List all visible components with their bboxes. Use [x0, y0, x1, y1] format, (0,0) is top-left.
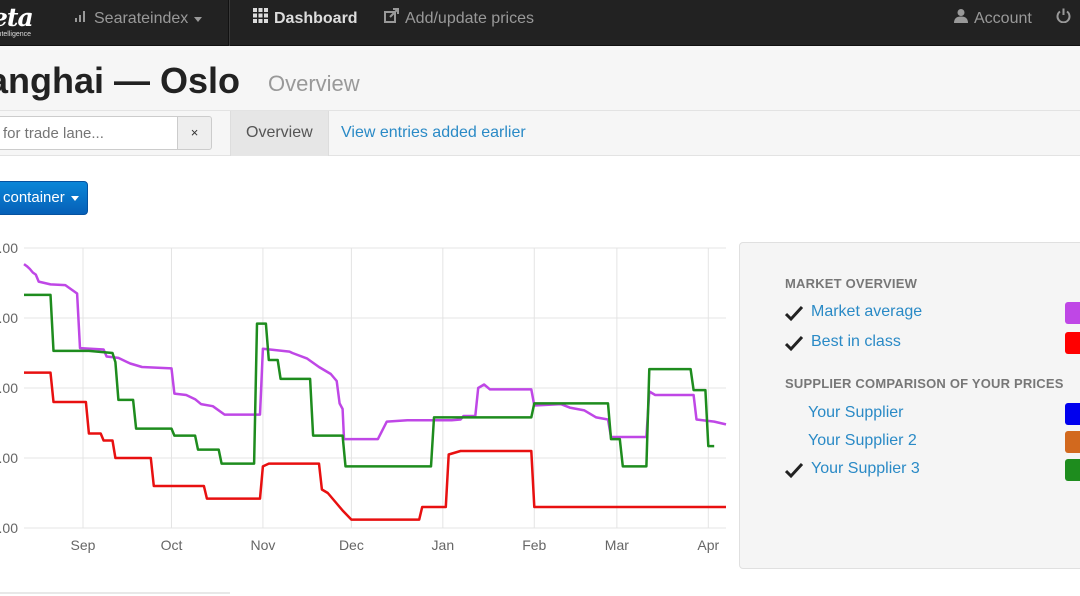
- nav-add-update-prices[interactable]: Add/update prices: [384, 0, 534, 46]
- nav-add-prices-label: Add/update prices: [405, 10, 534, 28]
- legend-item-your-supplier-3[interactable]: Your Supplier 3: [784, 458, 1080, 482]
- checkmark-icon: [784, 461, 804, 479]
- y-tick-label: .00: [0, 380, 18, 396]
- x-tick-label: Feb: [522, 537, 546, 553]
- y-tick-label: .00: [0, 450, 18, 466]
- legend-label: Market average: [811, 303, 923, 320]
- legend-label: Your Supplier: [808, 404, 904, 421]
- signal-bars-icon: [74, 0, 88, 38]
- brand-logo-text: eta: [0, 3, 34, 32]
- clear-search-button[interactable]: ×: [177, 116, 212, 150]
- market-overview-heading: MARKET OVERVIEW: [785, 276, 918, 291]
- power-icon: [1056, 0, 1071, 38]
- x-tick-label: Jan: [432, 537, 455, 553]
- logout-button[interactable]: [1056, 0, 1077, 46]
- x-tick-label: Sep: [71, 537, 96, 553]
- container-type-dropdown[interactable]: container: [0, 181, 88, 215]
- nav-dashboard-label: Dashboard: [274, 10, 358, 28]
- trade-lane-search-input[interactable]: [0, 116, 178, 150]
- filter-tab-bar: × Overview View entries added earlier: [0, 110, 1080, 156]
- legend-item-your-supplier[interactable]: Your Supplier: [785, 402, 1080, 426]
- supplier-comparison-heading: SUPPLIER COMPARISON OF YOUR PRICES: [785, 376, 1064, 391]
- page-title: anghai — Oslo: [0, 60, 241, 101]
- tab-overview[interactable]: Overview: [230, 111, 329, 156]
- top-navbar: eta intelligence Searateindex Dashboard …: [0, 0, 1080, 46]
- chevron-down-icon: [70, 195, 79, 201]
- grid-icon: [253, 0, 268, 38]
- legend-swatch: [1065, 302, 1080, 324]
- legend-swatch: [1065, 431, 1080, 453]
- x-tick-label: Mar: [605, 537, 629, 553]
- x-tick-label: Dec: [339, 537, 364, 553]
- x-tick-label: Nov: [250, 537, 275, 553]
- checkmark-icon: [784, 334, 804, 352]
- nav-account-label: Account: [974, 10, 1032, 28]
- divider: [0, 592, 230, 594]
- series-line-market-average: [23, 263, 727, 441]
- x-tick-label: Apr: [697, 537, 719, 553]
- nav-account[interactable]: Account: [954, 0, 1032, 46]
- price-history-chart: .00 .00 .00 .00 .00 Sep Oct Nov Dec Jan Feb Mar Apr: [0, 240, 727, 553]
- searateindex-label: Searateindex: [94, 10, 189, 28]
- tab-view-earlier-entries[interactable]: View entries added earlier: [326, 111, 541, 156]
- y-tick-label: .00: [0, 310, 18, 326]
- share-edit-icon: [384, 0, 399, 38]
- y-tick-label: .00: [0, 520, 18, 536]
- x-tick-label: Oct: [161, 537, 183, 553]
- legend-item-market-average[interactable]: Market average: [784, 301, 1080, 325]
- user-icon: [954, 0, 968, 38]
- legend-swatch: [1065, 403, 1080, 425]
- page-subtitle: Overview: [268, 71, 360, 96]
- legend-item-your-supplier-2[interactable]: Your Supplier 2: [785, 430, 1080, 454]
- legend-swatch: [1065, 332, 1080, 354]
- legend-panel: MARKET OVERVIEW Market average Best in c…: [739, 242, 1080, 569]
- chevron-down-icon: [194, 16, 203, 22]
- container-dropdown-label: container: [3, 189, 65, 206]
- legend-label: Your Supplier 3: [811, 460, 920, 477]
- page-header: anghai — Oslo Overview: [0, 46, 1080, 110]
- brand-logo[interactable]: eta intelligence: [0, 3, 40, 41]
- brand-logo-subtext: intelligence: [0, 31, 32, 38]
- nav-dashboard[interactable]: Dashboard: [253, 0, 358, 46]
- legend-swatch: [1065, 459, 1080, 481]
- legend-label: Your Supplier 2: [808, 432, 917, 449]
- legend-label: Best in class: [811, 333, 901, 350]
- checkmark-icon: [784, 304, 804, 322]
- nav-divider: [228, 0, 229, 46]
- searateindex-menu[interactable]: Searateindex: [74, 0, 203, 46]
- legend-item-best-in-class[interactable]: Best in class: [784, 331, 1080, 355]
- y-tick-label: .00: [0, 240, 18, 256]
- series-line-your-supplier-3: [24, 293, 715, 468]
